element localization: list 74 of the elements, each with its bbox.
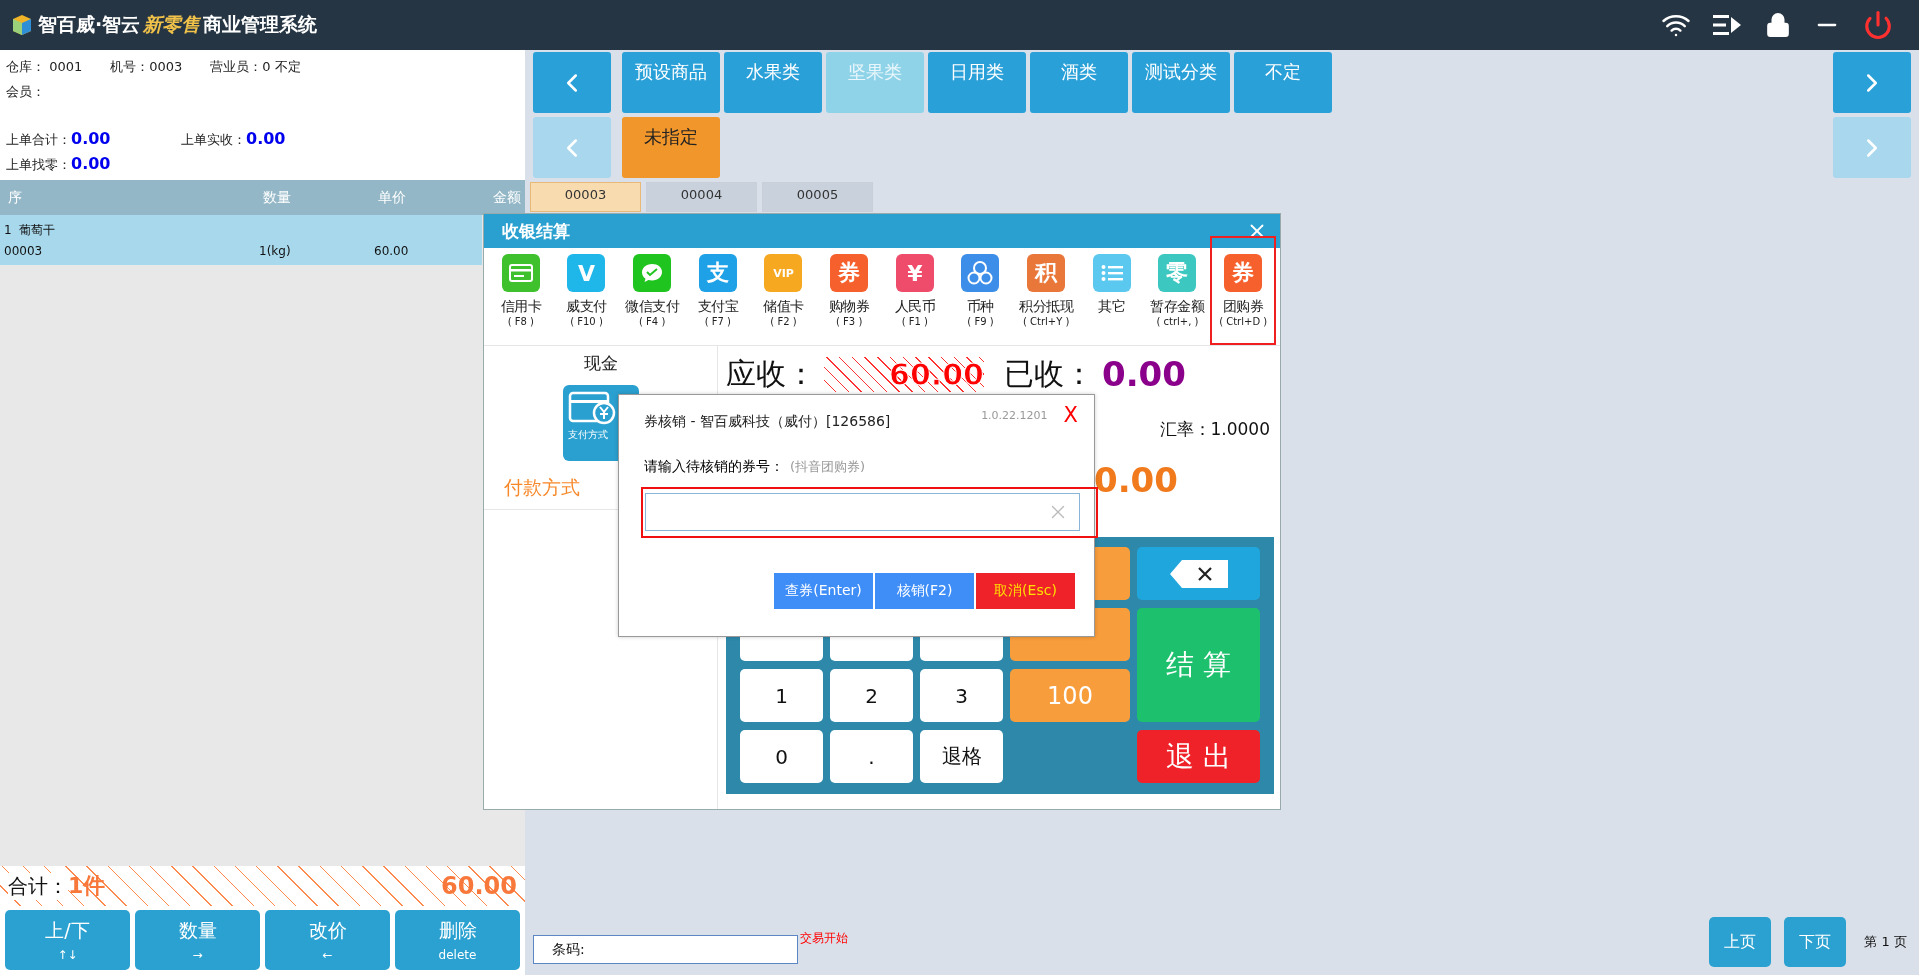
machine-label: 机号：0003 [110,57,183,76]
close-button[interactable]: X [1063,403,1078,427]
column-header: 金额 [493,188,521,207]
payment-method[interactable]: 支 支付宝 ( F7 ) [685,236,751,345]
method-icon: 积 [1027,254,1066,292]
method-icon: 券 [1224,254,1263,292]
coupon-title: 券核销 - 智百威科技（威付）[126586] [644,413,891,431]
member-label: 会员： [6,82,45,101]
method-icon: 券 [830,254,869,292]
payment-method[interactable]: 微信支付 ( F4 ) [619,236,685,345]
coupon-input-field[interactable] [645,493,1080,531]
backspace-icon [1167,557,1230,590]
stat-label: 上单找零： [6,156,71,172]
keypad-key[interactable]: 退格 [920,730,1003,783]
window-title: 商业管理系统 [203,12,318,37]
stat-value: 0.00 [71,128,111,148]
warehouse-label: 仓库： 0001 [6,57,83,76]
window-title-accent: 新零售 [143,12,201,37]
dialog-title: 收银结算 [502,219,570,243]
cash-label: 现金 [583,352,618,375]
hint-label: (抖音团购券) [790,458,866,476]
window-title: 智百威·智云 [38,12,141,37]
order-tab[interactable]: 00005 [762,182,873,212]
change-amount: 0.00 [1094,460,1178,500]
column-header: 单价 [378,188,407,207]
received-label: 已收： [1004,354,1094,393]
stat-label: 上单合计： [6,131,71,147]
lock-icon[interactable] [1765,12,1791,38]
backspace-button[interactable] [1137,547,1260,600]
exchange-rate: 汇率：1.0000 [1159,418,1270,441]
column-header: 数量 [263,188,292,207]
method-icon: 零 [1158,254,1197,292]
method-icon: ¥ [895,254,934,292]
payment-method[interactable]: 券 团购券 ( Ctrl+D ) [1210,236,1276,345]
total-label: 合计： [8,872,68,900]
received-amount: 0.00 [1102,354,1186,394]
payment-method[interactable]: 券 购物券 ( F3 ) [816,236,882,345]
table-cell-text: 00003 [4,244,44,259]
keypad-key[interactable]: 1 [740,669,823,722]
keypad-key[interactable]: . [830,730,913,783]
menu-arrow-icon[interactable] [1713,13,1743,37]
method-icon: V [567,254,606,292]
table-row[interactable]: 1 葡萄干 00003 1(kg) 60.00 [0,215,482,265]
order-tab[interactable]: 00004 [646,182,757,212]
due-label: 应收： [726,354,816,393]
keypad-key[interactable]: 3 [920,669,1003,722]
payment-method[interactable]: 其它 [1079,236,1145,345]
payment-method[interactable]: VIP 储值卡 ( F2 ) [750,236,817,345]
payment-method[interactable]: 积 积分抵现 ( Ctrl+Y ) [1013,236,1079,345]
method-icon: 支 [698,254,737,292]
logo-icon [12,14,32,36]
version-label: 1.0.22.1201 [981,409,1048,422]
clerk-label: 营业员：0 不定 [210,57,301,76]
item-name: 1 葡萄干 [4,221,57,239]
payment-method[interactable]: 零 暂存金额 ( ctrl+, ) [1144,236,1211,345]
payment-method[interactable]: 币种 ( F9 ) [947,236,1014,345]
stat-value: 0.00 [71,153,111,173]
payment-method[interactable]: ¥ 人民币 ( F1 ) [882,236,948,345]
order-tab[interactable]: 00003 [530,182,641,212]
exit-button[interactable]: 退 出 [1137,730,1260,783]
table-cell-text: 60.00 [374,244,410,259]
page-label: 第 1 页 [1864,933,1907,951]
stat-label: 上单实收： [181,131,246,147]
power-icon[interactable] [1863,10,1893,40]
stat-value: 0.00 [246,128,286,148]
table-cell-text: 1(kg) [259,244,292,259]
card-yuan-icon [567,391,616,425]
status-text: 交易开始 [800,930,848,947]
method-icon: VIP [764,254,803,292]
barcode-field[interactable]: 条码: [533,935,798,964]
keypad-key[interactable]: 2 [830,669,913,722]
column-header: 序 [8,188,23,207]
category-button[interactable]: 未指定 [622,117,720,178]
keypad-key[interactable]: 0 [740,730,823,783]
